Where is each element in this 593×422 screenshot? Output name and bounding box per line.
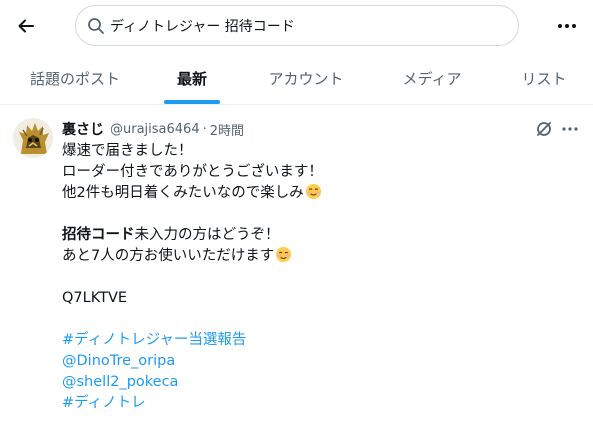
more-icon[interactable] xyxy=(553,12,581,40)
search-input[interactable] xyxy=(110,12,500,40)
tweet-line: ローダー付きでありがとうございます！ xyxy=(62,164,323,180)
active-tab-indicator xyxy=(164,100,220,104)
separator: · xyxy=(202,121,207,137)
tweet-line-text: 未入力の方はどうぞ！ xyxy=(134,227,280,243)
tweet-line: あと7人の方お使いいただけます xyxy=(62,246,582,267)
more-horizontal-icon[interactable] xyxy=(559,118,581,140)
smiling-face-emoji xyxy=(305,183,321,200)
search-box[interactable] xyxy=(75,5,519,46)
tweet-line: 招待コード未入力の方はどうぞ！ xyxy=(62,225,582,246)
invite-code: Q7LKTVE xyxy=(62,290,128,306)
tab-top[interactable]: 話題のポスト xyxy=(20,53,130,103)
tab-label: アカウント xyxy=(268,69,344,88)
bold-text: 招待コード xyxy=(62,227,135,243)
tweet-line: 他2件も明日着くみたいなので楽しみ xyxy=(62,183,582,204)
tweet-line-text: あと7人の方お使いいただけます xyxy=(62,248,275,264)
tweet-header: 裏さじ @urajisa6464 · 2時間 xyxy=(62,119,244,139)
avatar[interactable] xyxy=(13,118,53,158)
tab-label: 最新 xyxy=(176,69,207,88)
tweet-text: 爆速で届きました！ ローダー付きでありがとうございます！ 他2件も明日着くみたい… xyxy=(62,141,582,414)
hashtag-link[interactable]: #ディノトレジャー当選報告 xyxy=(62,330,246,351)
display-name[interactable]: 裏さじ xyxy=(62,119,104,139)
grok-icon[interactable] xyxy=(533,118,555,140)
tab-label: リスト xyxy=(521,69,567,88)
relieved-face-emoji xyxy=(276,246,292,263)
tweet-line-text: 他2件も明日着くみたいなので楽しみ xyxy=(62,185,304,201)
user-handle[interactable]: @urajisa6464 xyxy=(110,122,200,137)
timestamp[interactable]: 2時間 xyxy=(210,120,244,139)
tab-media[interactable]: メディア xyxy=(392,53,472,103)
hashtag-link[interactable]: #ディノトレ xyxy=(62,393,146,414)
search-header xyxy=(0,0,593,52)
mention-link[interactable]: @DinoTre_oripa xyxy=(62,351,175,372)
tweet[interactable]: 裏さじ @urajisa6464 · 2時間 爆速で届きました！ ローダー付きで… xyxy=(0,105,593,422)
tab-latest[interactable]: 最新 xyxy=(164,53,220,104)
tab-label: メディア xyxy=(402,69,462,88)
tab-label: 話題のポスト xyxy=(29,69,120,88)
tab-lists[interactable]: リスト xyxy=(512,53,576,103)
back-arrow-icon[interactable] xyxy=(12,12,40,40)
search-icon xyxy=(88,18,104,34)
mention-link[interactable]: @shell2_pokeca xyxy=(62,372,178,393)
search-tabs: 話題のポスト 最新 アカウント メディア リスト xyxy=(0,53,593,105)
tab-accounts[interactable]: アカウント xyxy=(258,53,354,103)
tweet-line: 爆速で届きました！ xyxy=(62,143,193,159)
